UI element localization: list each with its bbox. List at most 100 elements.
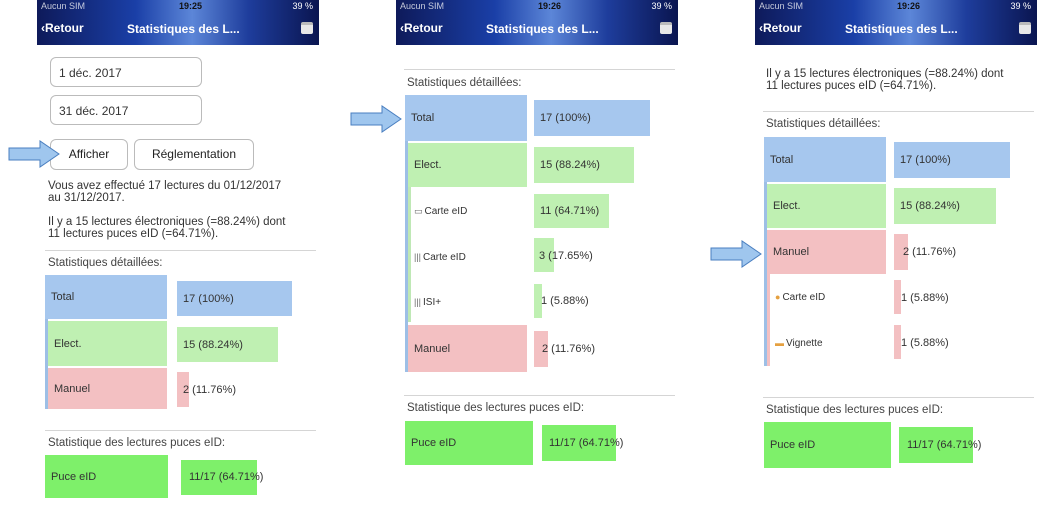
divider <box>404 395 675 396</box>
page-title: Statistiques des L... <box>486 22 599 36</box>
total-value-bar: 17 (100%) <box>534 100 650 136</box>
page-title: Statistiques des L... <box>845 22 958 36</box>
sub-value-text: 3 (17.65%) <box>539 250 593 262</box>
divider <box>45 250 316 251</box>
section-title-detail: Statistiques détaillées: <box>766 118 881 130</box>
screen-manual-detail: Aucun SIM 19:26 39 % ‹Retour Statistique… <box>755 0 1037 517</box>
date-from-field[interactable]: 1 déc. 2017 <box>50 57 202 87</box>
manuel-label-bar: Manuel <box>48 368 167 409</box>
divider <box>45 430 316 431</box>
divider <box>404 69 675 70</box>
electronic-summary-text: Il y a 15 lectures électroniques (=88.24… <box>48 216 286 240</box>
carrier-label: Aucun SIM <box>400 1 445 11</box>
manuel-label-bar: Manuel <box>408 325 527 372</box>
summary-line: Il y a 15 lectures électroniques (=88.24… <box>766 68 1004 80</box>
manuel-value-text: 2 (11.76%) <box>183 384 236 396</box>
eid-label-bar: Puce eID <box>764 422 891 468</box>
total-label-bar: Total <box>405 95 527 141</box>
sub-tree-line <box>408 187 411 322</box>
summary-line: Il y a 15 lectures électroniques (=88.24… <box>48 216 286 228</box>
clock: 19:25 <box>179 1 203 11</box>
page-title: Statistiques des L... <box>127 22 240 36</box>
summary-line: 11 lectures puces eID (=64.71%). <box>48 228 219 240</box>
status-bar: Aucun SIM 19:26 39 % <box>755 0 1037 14</box>
sub-value-text: 1 (5.88%) <box>541 295 589 307</box>
carrier-label: Aucun SIM <box>759 1 804 11</box>
barcode-icon: ||| <box>414 252 422 262</box>
pointer-arrow-icon <box>8 140 60 168</box>
electronic-summary-text: Il y a 15 lectures électroniques (=88.24… <box>766 68 1004 92</box>
pointer-arrow-icon <box>350 105 402 133</box>
nav-bar: Aucun SIM 19:26 39 % ‹Retour Statistique… <box>755 0 1037 45</box>
calendar-icon[interactable] <box>1019 22 1031 34</box>
sub-item-label: ||| Carte eID <box>414 252 466 263</box>
manuel-value-text: 2 (11.76%) <box>542 343 595 355</box>
sub-item-text: Carte eID <box>423 252 466 263</box>
sub-item-text: Carte eID <box>782 292 826 303</box>
back-label: Retour <box>45 21 84 35</box>
carrier-label: Aucun SIM <box>41 1 86 11</box>
battery-indicator: 39 % <box>292 1 313 11</box>
back-label: Retour <box>763 21 802 35</box>
nav-bar: Aucun SIM 19:26 39 % ‹Retour Statistique… <box>396 0 678 45</box>
summary-line: Vous avez effectué 17 lectures du 01/12/… <box>48 180 282 192</box>
calendar-icon[interactable] <box>301 22 313 34</box>
eid-label-bar: Puce eID <box>405 421 533 465</box>
section-title-detail: Statistiques détaillées: <box>407 77 522 89</box>
date-to-field[interactable]: 31 déc. 2017 <box>50 95 202 125</box>
clock: 19:26 <box>538 1 562 11</box>
summary-line: 11 lectures puces eID (=64.71%). <box>766 80 937 92</box>
sub-item-label: ▭ Carte eID <box>414 206 467 217</box>
nav-bar: Aucun SIM 19:25 39 % ‹Retour Statistique… <box>37 0 319 45</box>
summary-text: Vous avez effectué 17 lectures du 01/12/… <box>48 180 281 204</box>
calendar-icon[interactable] <box>660 22 672 34</box>
section-title-eid: Statistique des lectures puces eID: <box>407 402 585 414</box>
back-button[interactable]: ‹Retour <box>41 21 84 35</box>
sub-item-text: Vignette <box>786 338 823 349</box>
sub-item-text: Carte eID <box>424 206 468 217</box>
sub-item-label: ||| ISI+ <box>414 297 441 308</box>
elect-value-bar: 15 (88.24%) <box>894 188 996 224</box>
screen-electronic-detail: Aucun SIM 19:26 39 % ‹Retour Statistique… <box>396 0 678 517</box>
sub-item-text: ISI+ <box>423 297 442 308</box>
eid-value-text: 11/17 (64.71%) <box>907 439 982 451</box>
back-button[interactable]: ‹Retour <box>759 21 802 35</box>
battery-indicator: 39 % <box>651 1 672 11</box>
back-label: Retour <box>404 21 443 35</box>
sub-item-label: ▬ Vignette <box>775 338 823 349</box>
sticker-icon: ▬ <box>775 338 784 348</box>
manuel-label-bar: Manuel <box>767 230 886 274</box>
divider <box>763 397 1034 398</box>
section-title-detail: Statistiques détaillées: <box>48 257 163 269</box>
sub-value-text: 1 (5.88%) <box>901 337 949 349</box>
eid-value-text: 11/17 (64.71%) <box>189 471 264 483</box>
manuel-value-text: 2 (11.76%) <box>903 246 956 258</box>
status-bar: Aucun SIM 19:26 39 % <box>396 0 678 14</box>
total-value-bar: 17 (100%) <box>894 142 1010 178</box>
eid-label-bar: Puce eID <box>45 455 168 498</box>
summary-line: au 31/12/2017. <box>48 192 125 204</box>
sub-value-bar <box>894 325 901 359</box>
sub-value-text: 1 (5.88%) <box>901 292 949 304</box>
section-title-eid: Statistique des lectures puces eID: <box>48 437 226 449</box>
screen-filter: Aucun SIM 19:25 39 % ‹Retour Statistique… <box>37 0 319 517</box>
sub-item-label: ● Carte eID <box>775 292 825 303</box>
section-title-eid: Statistique des lectures puces eID: <box>766 404 944 416</box>
hand-icon: ● <box>775 292 781 302</box>
show-button[interactable]: Afficher <box>50 139 128 170</box>
battery-indicator: 39 % <box>1010 1 1031 11</box>
elect-label-bar: Elect. <box>767 184 886 228</box>
back-button[interactable]: ‹Retour <box>400 21 443 35</box>
total-label-bar: Total <box>764 137 886 182</box>
barcode-icon: ||| <box>414 297 422 307</box>
pointer-arrow-icon <box>710 240 762 268</box>
card-icon: ▭ <box>414 206 423 216</box>
total-label-bar: Total <box>45 275 167 319</box>
elect-label-bar: Elect. <box>48 321 167 366</box>
rules-button[interactable]: Réglementation <box>134 139 254 170</box>
sub-value-bar <box>894 280 901 314</box>
sub-tree-line <box>767 274 770 366</box>
elect-value-bar: 15 (88.24%) <box>177 327 278 362</box>
status-bar: Aucun SIM 19:25 39 % <box>37 0 319 14</box>
clock: 19:26 <box>897 1 921 11</box>
